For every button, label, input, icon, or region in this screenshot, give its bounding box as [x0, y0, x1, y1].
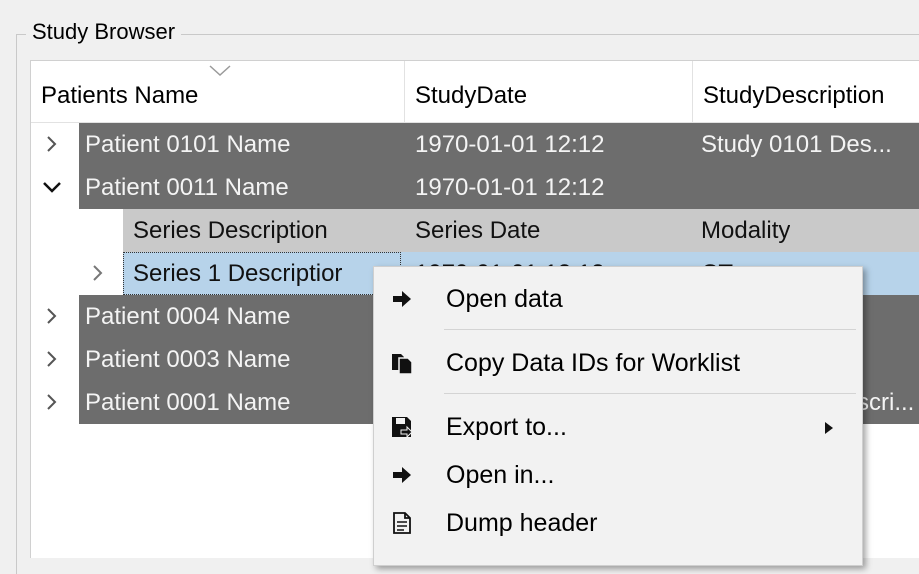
chevron-right-icon[interactable] — [39, 389, 65, 415]
study-date: 1970-01-01 12:12 — [415, 174, 605, 201]
menu-item-label: Open in... — [446, 461, 555, 489]
row-band: Patient 0011 Name 1970-01-01 12:12 — [79, 166, 919, 209]
menu-item-dump-header[interactable]: Dump header — [374, 499, 862, 547]
patient-name: Patient 0004 Name — [85, 303, 291, 330]
document-icon — [393, 512, 411, 534]
menu-item-copy-data-ids[interactable]: Copy Data IDs for Worklist — [374, 339, 862, 387]
menu-item-open-data[interactable]: Open data — [374, 275, 862, 323]
menu-item-label: Copy Data IDs for Worklist — [446, 349, 741, 377]
patient-name: Patient 0003 Name — [85, 346, 291, 373]
chevron-right-icon[interactable] — [85, 260, 111, 286]
menu-item-label: Dump header — [446, 509, 598, 537]
chevron-right-icon[interactable] — [39, 303, 65, 329]
chevron-right-icon[interactable] — [39, 131, 65, 157]
menu-separator — [444, 393, 856, 394]
sort-chevron-icon — [209, 65, 231, 77]
study-browser-title: Study Browser — [26, 18, 182, 46]
menu-item-export-to[interactable]: Export to... — [374, 403, 862, 451]
context-menu: Open data Copy Data IDs for Worklist Exp… — [373, 266, 863, 566]
column-header-label: StudyDate — [415, 82, 528, 109]
menu-item-label: Open data — [446, 285, 563, 313]
menu-item-open-in[interactable]: Open in... — [374, 451, 862, 499]
copy-documents-icon — [392, 354, 413, 375]
row-band: Patient 0101 Name 1970-01-01 12:12 Study… — [79, 123, 919, 166]
save-export-icon — [392, 417, 413, 439]
tree-row-patient[interactable]: Patient 0101 Name 1970-01-01 12:12 Study… — [31, 123, 919, 166]
tree-row-patient[interactable]: Patient 0011 Name 1970-01-01 12:12 — [31, 166, 919, 209]
column-header-label: Patients Name — [41, 82, 199, 109]
patient-name: Patient 0001 Name — [85, 389, 291, 416]
menu-separator — [444, 329, 856, 330]
series-header-row: Series Description Series Date Modality — [31, 209, 919, 252]
tree-header: Patients Name StudyDate StudyDescription — [31, 61, 919, 123]
patient-name: Patient 0101 Name — [85, 131, 291, 158]
study-description: Study 0101 Des... — [701, 131, 892, 158]
column-header-studydate[interactable]: StudyDate — [405, 61, 693, 123]
menu-item-label: Export to... — [446, 413, 567, 441]
arrow-right-icon — [393, 291, 411, 307]
chevron-down-icon[interactable] — [39, 174, 65, 200]
study-date: 1970-01-01 12:12 — [415, 131, 605, 158]
series-header-band: Series Description Series Date Modality — [123, 209, 919, 252]
chevron-right-icon[interactable] — [39, 346, 65, 372]
series-name: Series 1 Descriptior — [133, 260, 343, 287]
patient-name: Patient 0011 Name — [85, 174, 289, 201]
column-header-patients-name[interactable]: Patients Name — [31, 61, 405, 123]
series-header-description: Series Description — [133, 217, 328, 244]
series-header-date: Series Date — [415, 217, 541, 244]
submenu-arrow-icon — [825, 422, 833, 434]
column-header-studydescription[interactable]: StudyDescription — [693, 61, 919, 123]
column-header-label: StudyDescription — [703, 82, 885, 109]
series-header-modality: Modality — [701, 217, 791, 244]
arrow-right-icon — [393, 467, 411, 483]
